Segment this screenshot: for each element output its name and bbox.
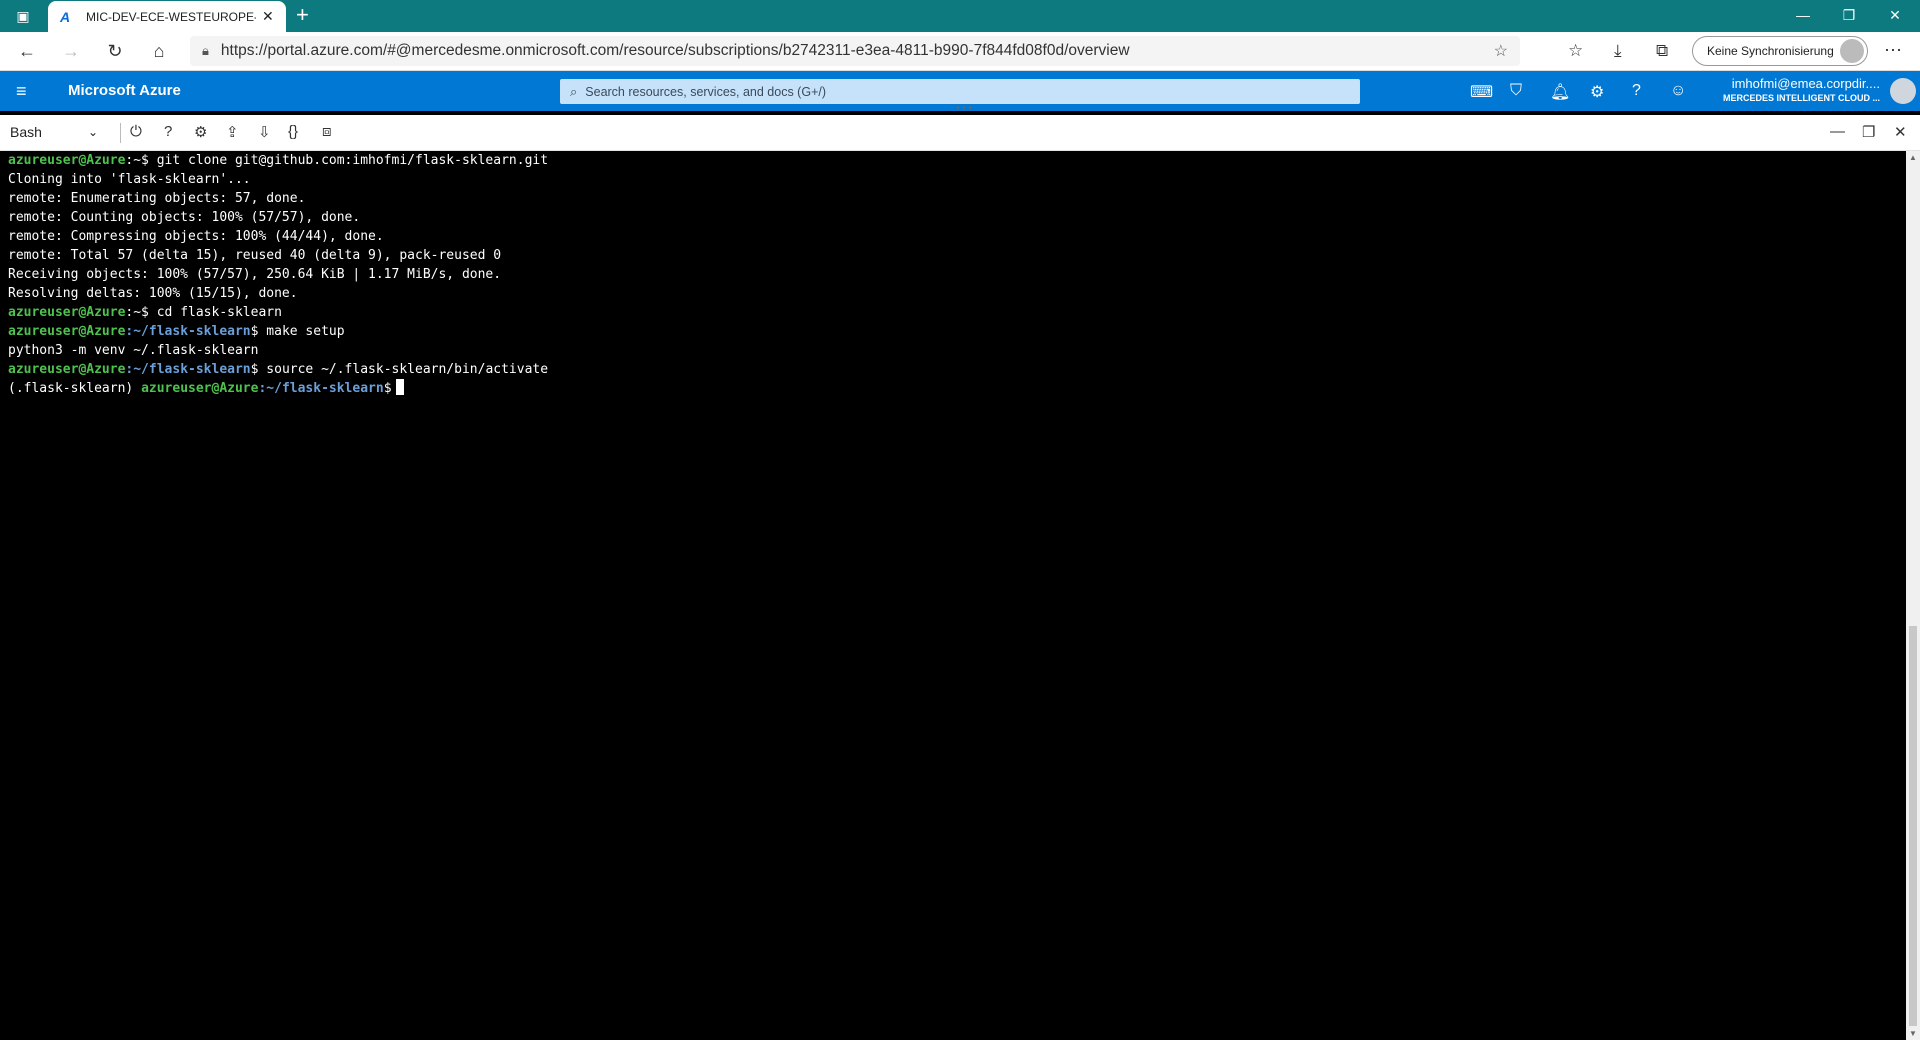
cloud-shell-icon[interactable]: ⌨ [1470, 82, 1493, 102]
terminal-line: azureuser@Azure:~$ git clone git@github.… [8, 151, 1906, 170]
bell-icon[interactable]: 🔔︎ [1550, 82, 1570, 102]
venv-indicator: (.flask-sklearn) [8, 381, 142, 396]
refresh-icon[interactable]: ↻ [102, 38, 128, 64]
terminal-output[interactable]: azureuser@Azure:~$ git clone git@github.… [0, 151, 1906, 1040]
portal-brand[interactable]: Microsoft Azure [68, 82, 181, 99]
browser-tab-bar: ▣ A MIC-DEV-ECE-WESTEUROPE-DD ✕ + — ❐ ✕ [0, 0, 1920, 32]
window-minimize-button[interactable]: — [1780, 0, 1826, 30]
azure-logo-icon: A [60, 8, 71, 25]
search-placeholder: Search resources, services, and docs (G+… [585, 84, 827, 99]
terminal-command: $ make setup [250, 324, 345, 339]
browser-tab[interactable]: A MIC-DEV-ECE-WESTEUROPE-DD ✕ [48, 1, 286, 32]
terminal-line: python3 -m venv ~/.flask-sklearn [8, 343, 259, 358]
help-icon[interactable]: ? [1632, 82, 1641, 100]
downloads-icon[interactable]: ⤓ [1614, 41, 1622, 61]
directory-filter-icon[interactable]: ⛉ [1510, 82, 1522, 100]
forward-icon[interactable]: → [58, 38, 84, 64]
terminal-line: remote: Compressing objects: 100% (44/44… [8, 229, 384, 244]
terminal-command: $ source ~/.flask-sklearn/bin/activate [250, 362, 549, 377]
terminal-line: remote: Total 57 (delta 15), reused 40 (… [8, 248, 502, 263]
resize-grip[interactable]: • • • [956, 103, 972, 114]
restore-icon[interactable]: ❐ [1862, 123, 1875, 141]
terminal-line: azureuser@Azure:~/flask-sklearn$ source … [8, 360, 1906, 379]
scrollbar-thumb[interactable] [1909, 626, 1917, 1026]
download-icon[interactable]: ⇩ [258, 123, 271, 141]
hamburger-icon[interactable]: ≡ [16, 81, 27, 102]
tab-title: MIC-DEV-ECE-WESTEUROPE-DD [86, 9, 256, 24]
feedback-icon[interactable]: ☺ [1670, 82, 1686, 100]
search-icon: ⌕ [570, 83, 578, 99]
shell-type-label: Bash [10, 124, 42, 140]
more-icon[interactable]: ⋯ [1884, 40, 1902, 61]
prompt-path: :~/flask-sklearn [258, 381, 384, 396]
terminal-line: Cloning into 'flask-sklearn'... [8, 172, 251, 187]
cloud-shell-toolbar: Bash ⌄ ⏻ ? ⚙ ⇪ ⇩ {} ⧈ — ❐ ✕ [0, 115, 1920, 151]
braces-icon[interactable]: {} [288, 123, 298, 140]
minimize-icon[interactable]: — [1830, 123, 1845, 140]
collections-icon[interactable]: ⧉ [1656, 41, 1668, 61]
lock-icon[interactable]: 🔒︎ [202, 43, 209, 59]
home-icon[interactable]: ⌂ [146, 38, 172, 64]
prompt-path: :~/flask-sklearn [125, 362, 251, 377]
upload-icon[interactable]: ⇪ [226, 123, 239, 141]
favorites-icon[interactable]: ☆ [1568, 41, 1583, 61]
tab-close-icon[interactable]: ✕ [262, 8, 274, 25]
terminal-line: (.flask-sklearn) azureuser@Azure:~/flask… [8, 379, 1906, 398]
scroll-up-icon[interactable]: ▲ [1909, 153, 1917, 162]
web-preview-icon[interactable]: ⧈ [322, 123, 332, 140]
shell-type-select[interactable]: Bash ⌄ [0, 119, 108, 145]
gear-icon[interactable]: ⚙ [1590, 82, 1604, 102]
prompt-user: azureuser@Azure [8, 324, 126, 339]
close-icon[interactable]: ✕ [1894, 123, 1907, 141]
account-directory: MERCEDES INTELLIGENT CLOUD ... [1722, 93, 1880, 103]
gear-icon[interactable]: ⚙ [194, 123, 207, 141]
avatar[interactable] [1890, 78, 1916, 104]
terminal-scrollbar[interactable]: ▲ ▼ [1906, 151, 1920, 1040]
global-search[interactable]: ⌕ Search resources, services, and docs (… [560, 79, 1360, 104]
terminal-command: :~$ cd flask-sklearn [125, 305, 282, 320]
terminal-line: azureuser@Azure:~$ cd flask-sklearn [8, 303, 1906, 322]
power-icon[interactable]: ⏻ [130, 123, 142, 140]
prompt-user: azureuser@Azure [8, 362, 126, 377]
scroll-down-icon[interactable]: ▼ [1909, 1029, 1917, 1038]
sync-label: Keine Synchronisierung [1707, 44, 1834, 58]
terminal-cursor [395, 379, 404, 395]
new-tab-button[interactable]: + [296, 4, 309, 26]
divider [120, 123, 121, 143]
browser-toolbar: ← → ↻ ⌂ 🔒︎ https://portal.azure.com/#@me… [0, 32, 1920, 71]
chevron-down-icon: ⌄ [88, 125, 99, 139]
add-favorite-icon[interactable]: ☆ [1494, 41, 1508, 61]
terminal-command: $ [383, 381, 392, 396]
profile-avatar [1840, 39, 1864, 63]
prompt-user: azureuser@Azure [8, 153, 126, 168]
address-bar[interactable]: 🔒︎ https://portal.azure.com/#@mercedesme… [190, 36, 1520, 66]
account-menu[interactable]: imhofmi@emea.corpdir.... MERCEDES INTELL… [1720, 76, 1880, 103]
terminal-line: Resolving deltas: 100% (15/15), done. [8, 286, 298, 301]
terminal-line: remote: Counting objects: 100% (57/57), … [8, 210, 361, 225]
terminal-command: :~$ git clone git@github.com:imhofmi/fla… [125, 153, 549, 168]
terminal-line: azureuser@Azure:~/flask-sklearn$ make se… [8, 322, 1906, 341]
workspaces-icon[interactable]: ▣ [12, 6, 34, 26]
prompt-user: azureuser@Azure [8, 305, 126, 320]
url-text: https://portal.azure.com/#@mercedesme.on… [220, 42, 1130, 59]
account-name: imhofmi@emea.corpdir.... [1731, 76, 1880, 91]
help-icon[interactable]: ? [164, 123, 172, 140]
back-icon[interactable]: ← [14, 38, 40, 64]
prompt-path: :~/flask-sklearn [125, 324, 251, 339]
window-close-button[interactable]: ✕ [1872, 0, 1918, 30]
terminal-line: remote: Enumerating objects: 57, done. [8, 191, 306, 206]
prompt-user: azureuser@Azure [141, 381, 259, 396]
sync-button[interactable]: Keine Synchronisierung [1692, 36, 1868, 66]
terminal-line: Receiving objects: 100% (57/57), 250.64 … [8, 267, 502, 282]
window-restore-button[interactable]: ❐ [1826, 0, 1872, 30]
